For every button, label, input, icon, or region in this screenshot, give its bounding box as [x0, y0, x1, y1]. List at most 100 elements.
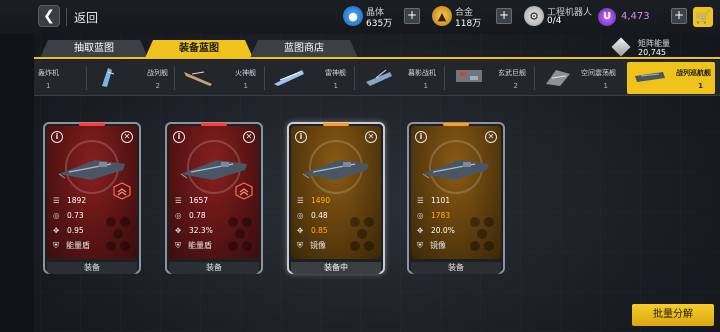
category-space-shock[interactable]: 空间震荡舰 1 — [536, 62, 620, 94]
close-icon[interactable]: ✕ — [243, 131, 255, 143]
alloy-icon: ▲ — [432, 6, 452, 26]
card-stat-2: ◎ 1783 — [417, 211, 450, 220]
tab-blueprint-shop[interactable]: 蓝图商店 — [250, 40, 358, 58]
card-stat-value: 1657 — [189, 196, 209, 205]
card-stat-value: 0.73 — [67, 211, 84, 220]
blueprint-card[interactable]: i ✕ ☰ 1892 ◎ 0.73 ✥ 0.95 ⛨ 能量盾 装备 — [43, 122, 141, 274]
category-count: 1 — [333, 82, 338, 90]
shadow-fighter-icon — [366, 69, 392, 86]
equip-button[interactable]: 装备 — [47, 262, 137, 274]
thor-ship-icon — [274, 70, 304, 86]
card-skill: ⛨ 镜像 — [297, 240, 326, 251]
tab-underline — [34, 57, 720, 59]
shop-cart-icon[interactable]: 🛒 — [693, 7, 713, 27]
batch-dismantle-button[interactable]: 批量分解 — [632, 304, 714, 326]
info-icon[interactable]: i — [173, 131, 185, 143]
card-skill-label: 能量盾 — [188, 241, 212, 250]
category-bomber[interactable]: 轰炸机 1 — [34, 62, 84, 94]
battle-cruiser-icon — [635, 72, 665, 82]
category-count: 2 — [513, 82, 518, 90]
stat-1-icon: ☰ — [175, 196, 182, 205]
category-name: 空间震荡舰 — [581, 69, 616, 77]
battleship-icon — [102, 68, 115, 87]
category-count: 1 — [243, 82, 248, 90]
rank-chevron-icon — [113, 182, 131, 200]
battle-cruiser-icon — [58, 160, 125, 180]
category-battle-cruiser[interactable]: 战列巡航舰 1 — [627, 62, 715, 94]
category-name: 火神舰 — [235, 69, 256, 77]
back-label[interactable]: 返回 — [74, 9, 98, 26]
top-bar: ❮ 返回 ● 晶体 635万 + ▲ 合金 118万 + ⚙ 工程机器人 0/4… — [0, 0, 720, 34]
back-button[interactable]: ❮ — [38, 5, 60, 27]
card-stat-1: ☰ 1657 — [175, 196, 208, 205]
crystal-icon: ● — [343, 6, 363, 26]
stat-1-icon: ☰ — [53, 196, 60, 205]
hex-pattern — [470, 217, 494, 251]
close-icon[interactable]: ✕ — [485, 131, 497, 143]
card-stat-2: ◎ 0.48 — [297, 211, 328, 220]
premium-currency-icon: U — [598, 8, 616, 26]
add-crystal-button[interactable]: + — [404, 8, 420, 24]
card-stat-value: 0.48 — [311, 211, 328, 220]
card-stat-value: 1783 — [431, 211, 451, 220]
skill-icon: ⛨ — [53, 241, 59, 250]
premium-currency-value: 4,473 — [621, 11, 650, 22]
tab-equip-blueprint[interactable]: 装备蓝图 — [145, 40, 253, 58]
card-stat-value: 1101 — [431, 196, 451, 205]
blueprint-card[interactable]: i ✕ ☰ 1490 ◎ 0.48 ✥ 0.85 ⛨ 镜像 装备中 — [287, 122, 385, 274]
stat-2-icon: ◎ — [53, 211, 60, 220]
close-icon[interactable]: ✕ — [121, 131, 133, 143]
card-top-glow — [201, 123, 227, 126]
hex-pattern — [106, 217, 130, 251]
category-thor[interactable]: 雷神舰 1 — [266, 62, 350, 94]
equip-button[interactable]: 装备 — [411, 262, 501, 274]
close-icon[interactable]: ✕ — [365, 131, 377, 143]
stat-3-icon: ✥ — [297, 226, 304, 235]
tab-draw-blueprint[interactable]: 抽取蓝图 — [40, 40, 148, 58]
battle-cruiser-icon — [180, 160, 247, 180]
alloy-value: 118万 — [455, 19, 482, 29]
card-stat-3: ✥ 0.85 — [297, 226, 328, 235]
space-shock-ship-icon — [546, 70, 570, 86]
crystal-value: 635万 — [366, 19, 393, 29]
matrix-cube-icon — [611, 37, 631, 57]
skill-icon: ⛨ — [175, 241, 181, 250]
battle-cruiser-icon — [302, 160, 369, 180]
rank-chevron-icon — [235, 182, 253, 200]
vulcan-ship-icon — [184, 71, 212, 86]
card-top-glow — [323, 123, 349, 126]
equip-button[interactable]: 装备中 — [291, 262, 381, 274]
card-stat-value: 20.0% — [431, 226, 455, 235]
card-stat-3: ✥ 32.3% — [175, 226, 213, 235]
category-xuanwu[interactable]: 玄武巨舰 2 — [446, 62, 530, 94]
tab-label: 装备蓝图 — [179, 43, 219, 54]
card-stat-2: ◎ 0.73 — [53, 211, 84, 220]
robot-value: 0/4 — [547, 16, 562, 26]
stat-3-icon: ✥ — [53, 226, 60, 235]
category-battleship[interactable]: 战列舰 2 — [88, 62, 172, 94]
category-shadow-fighter[interactable]: 暮影战机 1 — [356, 62, 440, 94]
info-icon[interactable]: i — [415, 131, 427, 143]
stat-1-icon: ☰ — [417, 196, 424, 205]
category-name: 战列舰 — [147, 69, 168, 77]
category-count: 1 — [46, 82, 51, 90]
hex-pattern — [350, 217, 374, 251]
stat-3-icon: ✥ — [175, 226, 182, 235]
chevron-left-icon: ❮ — [43, 8, 55, 24]
blueprint-card[interactable]: i ✕ ☰ 1657 ◎ 0.78 ✥ 32.3% ⛨ 能量盾 装备 — [165, 122, 263, 274]
card-stat-3: ✥ 20.0% — [417, 226, 455, 235]
category-count: 2 — [155, 82, 160, 90]
info-icon[interactable]: i — [295, 131, 307, 143]
equip-button[interactable]: 装备 — [169, 262, 259, 274]
stat-2-icon: ◎ — [175, 211, 182, 220]
category-name: 雷神舰 — [325, 69, 346, 77]
info-icon[interactable]: i — [51, 131, 63, 143]
card-stat-1: ☰ 1490 — [297, 196, 330, 205]
add-currency-button[interactable]: + — [671, 8, 687, 24]
robot-icon: ⚙ — [524, 6, 544, 26]
category-vulcan[interactable]: 火神舰 1 — [176, 62, 260, 94]
card-skill: ⛨ 能量盾 — [53, 240, 90, 251]
blueprint-card[interactable]: i ✕ ☰ 1101 ◎ 1783 ✥ 20.0% ⛨ 镜像 装备 — [407, 122, 505, 274]
card-stat-value: 1490 — [311, 196, 331, 205]
add-alloy-button[interactable]: + — [496, 8, 512, 24]
